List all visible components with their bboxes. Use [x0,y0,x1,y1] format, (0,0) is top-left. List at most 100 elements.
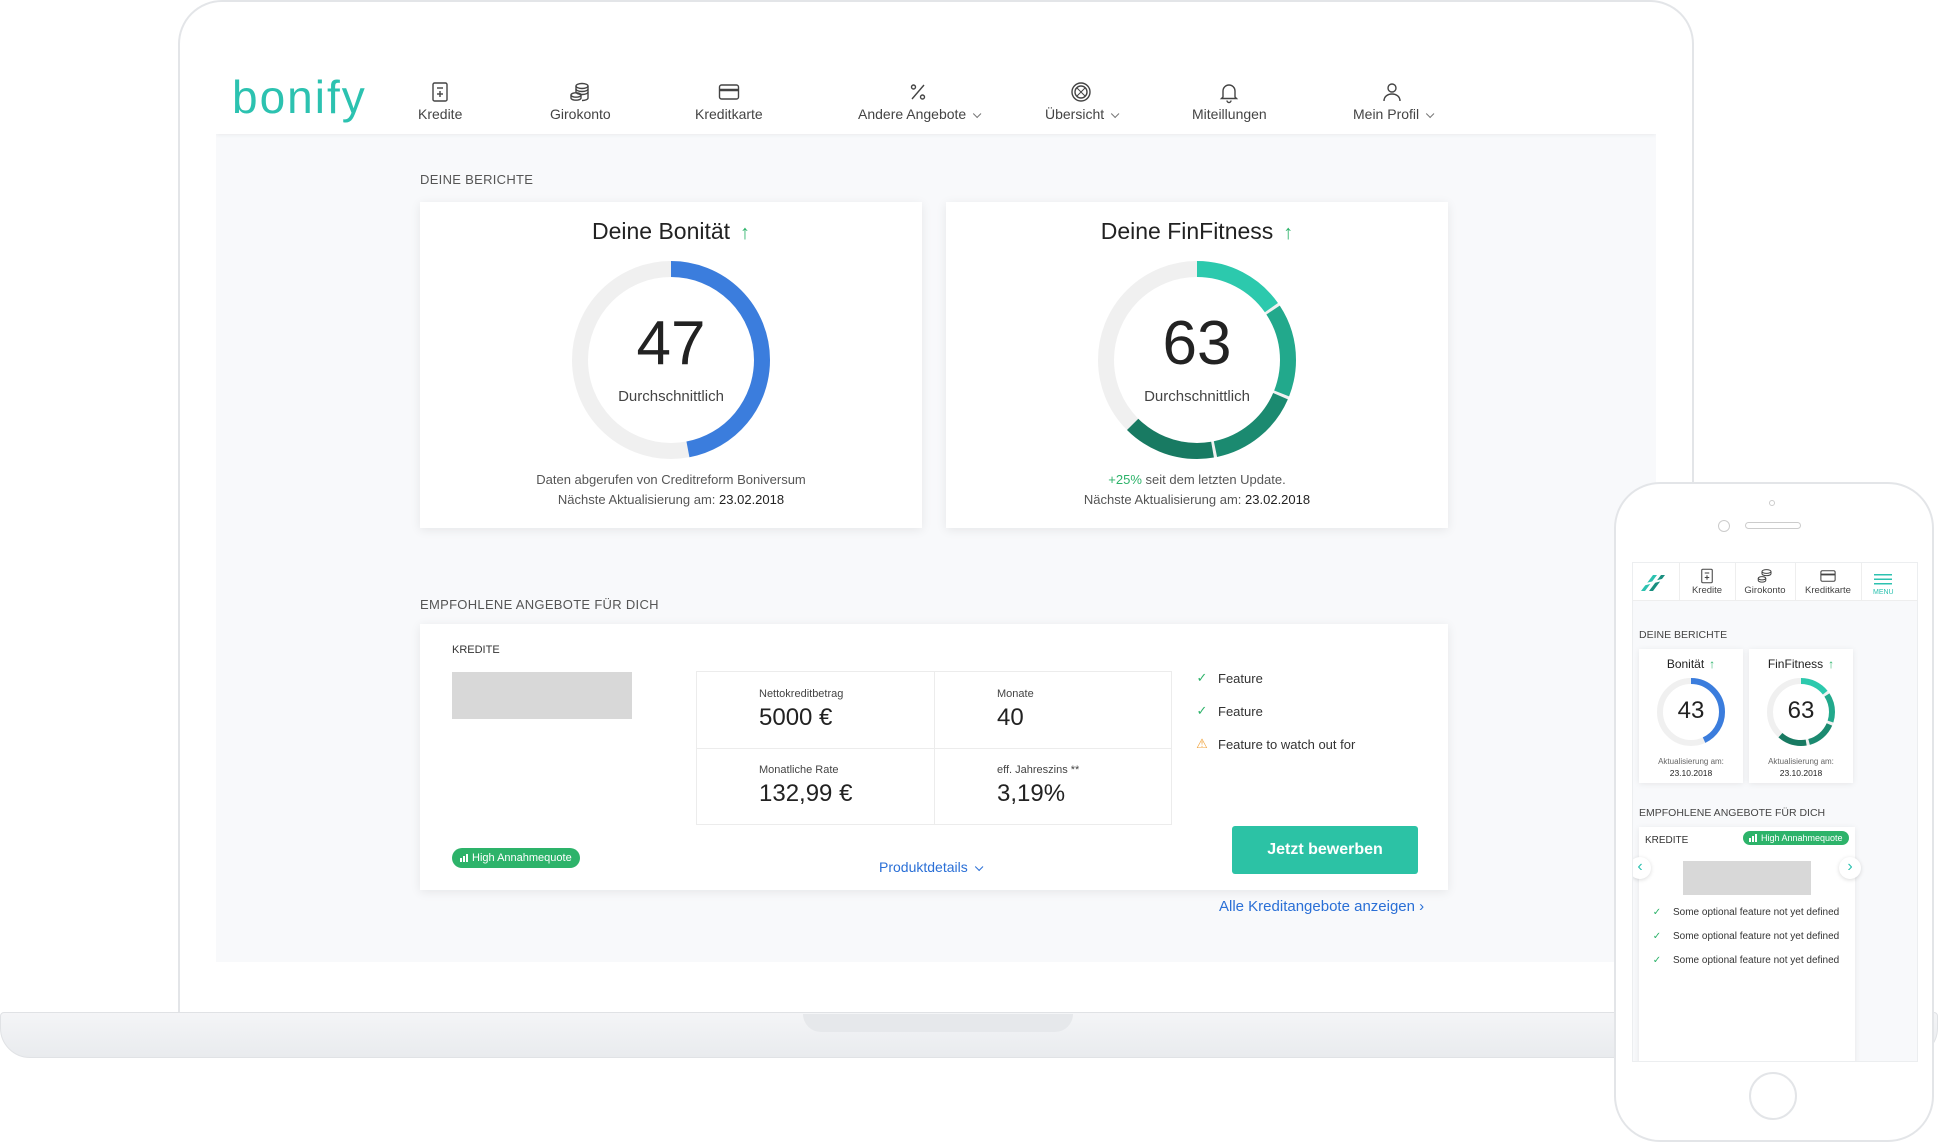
metric-value-rate: 132,99 € [759,780,853,807]
nav-item-uebersicht[interactable]: Übersicht [1045,80,1120,122]
nav-label-text: Andere Angebote [858,106,967,122]
metric-label-months: Monate [997,688,1034,700]
mobile-menu-button[interactable]: MENU [1873,571,1894,596]
bonitaet-score: 47 [636,309,706,378]
chevron-down-icon [1111,109,1120,119]
card-title: FinFitness ↑ [1749,657,1853,671]
chevron-down-icon [1426,109,1435,119]
check-icon: ✓ [1652,931,1662,942]
link-text: Produktdetails [879,859,968,875]
nav-item-girokonto[interactable]: Girokonto [550,80,611,122]
nav-label: Kredite [418,106,463,122]
chevron-down-icon [974,862,984,872]
document-icon [432,82,448,102]
acceptance-badge: High Annahmequote [452,848,580,868]
check-icon: ✓ [1652,955,1662,966]
mobile-offers-label: EMPFOHLENE ANGEBOTE FÜR DICH [1639,807,1826,819]
bank-logo-placeholder [452,672,632,719]
update-date: 23.10.2018 [1779,768,1823,778]
finfitness-footer: +25% seit dem letzten Update. Nächste Ak… [946,470,1448,510]
link-text: Alle Kreditangebote anzeigen [1219,898,1415,915]
nav-divider [1735,563,1736,601]
nav-item-miteillungen[interactable]: Miteillungen [1192,80,1267,122]
bonify-logo-mark[interactable] [1639,571,1669,595]
nav-label: Andere Angebote [858,106,982,122]
finfitness-card[interactable]: Deine FinFitness ↑ 63 Durchschnittlich +2… [946,202,1448,528]
apply-button[interactable]: Jetzt bewerben [1232,826,1418,874]
next-update: Nächste Aktualisierung am: 23.02.2018 [420,490,922,510]
next-update-date: 23.02.2018 [719,492,785,507]
card-title-text: Deine FinFitness [1100,218,1274,244]
warning-icon: ⚠ [1196,736,1208,751]
arrow-up-icon: ↑ [740,222,751,244]
card-title: Deine FinFitness ↑ [946,218,1448,245]
metric-value-interest: 3,19% [997,780,1066,807]
chevron-down-icon [973,109,982,119]
phone-speaker [1745,522,1801,529]
nav-item-kredite[interactable]: Kredite [418,80,462,122]
mobile-nav-kreditkarte[interactable]: Kreditkarte [1799,567,1857,596]
document-icon [1701,568,1713,584]
nav-item-mein-profil[interactable]: Mein Profil [1353,80,1435,122]
card-title-text: Deine Bonität [591,218,731,244]
coins-icon [1757,569,1772,583]
check-icon: ✓ [1196,703,1208,718]
nav-divider [1679,563,1680,601]
nav-item-andere-angebote[interactable]: Andere Angebote [858,80,982,122]
bank-logo-placeholder [1683,861,1811,895]
bell-icon [1220,84,1239,104]
arrow-up-icon: ↑ [1828,657,1835,671]
user-icon [1383,83,1401,102]
all-offers-link[interactable]: Alle Kreditangebote anzeigen › [1219,898,1424,915]
phone-camera [1718,520,1730,532]
change-text: seit dem letzten Update. [1145,472,1286,487]
mobile-nav-girokonto[interactable]: Girokonto [1739,567,1791,596]
chevron-right-icon: › [1419,898,1425,915]
mobile-finfitness-card[interactable]: FinFitness ↑ 63 Aktualisierung am: 23.10.… [1749,649,1853,783]
section-label-offers: EMPFOHLENE ANGEBOTE FÜR DICH [420,597,659,612]
coins-icon [570,82,590,102]
source-line: Daten abgerufen von Creditreform Boniver… [536,472,806,487]
chevron-right-icon: › [1847,858,1853,875]
nav-item-kreditkarte[interactable]: Kreditkarte [695,80,763,122]
feature-text: Some optional feature not yet defined [1673,907,1840,918]
mobile-nav-kredite[interactable]: Kredite [1681,567,1733,596]
phone-sensor [1769,500,1775,506]
change-line: +25% seit dem letzten Update. [946,470,1448,490]
nav-label: Mein Profil [1353,106,1435,122]
next-update-label: Nächste Aktualisierung am: [557,492,716,507]
nav-divider [1861,563,1862,601]
nav-label-text: Mein Profil [1353,106,1420,122]
mobile-nav-label: Kredite [1691,585,1723,596]
nav-divider [1795,563,1796,601]
change-value: +25% [1108,472,1142,487]
percent-icon [910,84,926,100]
carousel-next-button[interactable]: › [1839,857,1861,879]
credit-card-icon [718,84,740,100]
card-title: Deine Bonität ↑ [420,218,922,245]
mobile-finfitness-score: 63 [1787,697,1815,724]
card-title: Bonität ↑ [1639,657,1743,671]
card-title-text: FinFitness [1767,657,1824,671]
finfitness-score: 63 [1162,309,1232,378]
feature-item: ✓ Feature [1194,703,1263,719]
check-icon: ✓ [1196,670,1208,685]
update-date: 23.10.2018 [1669,768,1713,778]
product-details-link[interactable]: Produktdetails [879,859,984,875]
acceptance-badge: High Annahmequote [1743,831,1849,845]
offer-category: KREDITE [1645,835,1689,846]
nav-label: Übersicht [1045,106,1120,122]
feature-item: ✓ Some optional feature not yet defined [1649,955,1839,966]
next-update: Nächste Aktualisierung am: 23.02.2018 [946,490,1448,510]
laptop-screen: bonify Kredite Girokonto Kreditkarte And… [216,62,1656,962]
mobile-bonitaet-card[interactable]: Bonität ↑ 43 Aktualisierung am: 23.10.201… [1639,649,1743,783]
update-label: Aktualisierung am: [1768,757,1834,766]
check-icon: ✓ [1652,907,1662,918]
next-update-label: Nächste Aktualisierung am: [1083,492,1242,507]
feature-text: Some optional feature not yet defined [1673,931,1840,942]
metric-label-rate: Monatliche Rate [759,764,839,776]
feature-text: Feature to watch out for [1218,736,1356,752]
bonitaet-card[interactable]: Deine Bonität ↑ 47 Durchschnittlich Daten… [420,202,922,528]
bonify-logo[interactable]: bonify [232,70,367,124]
metric-value-net: 5000 € [759,704,833,731]
